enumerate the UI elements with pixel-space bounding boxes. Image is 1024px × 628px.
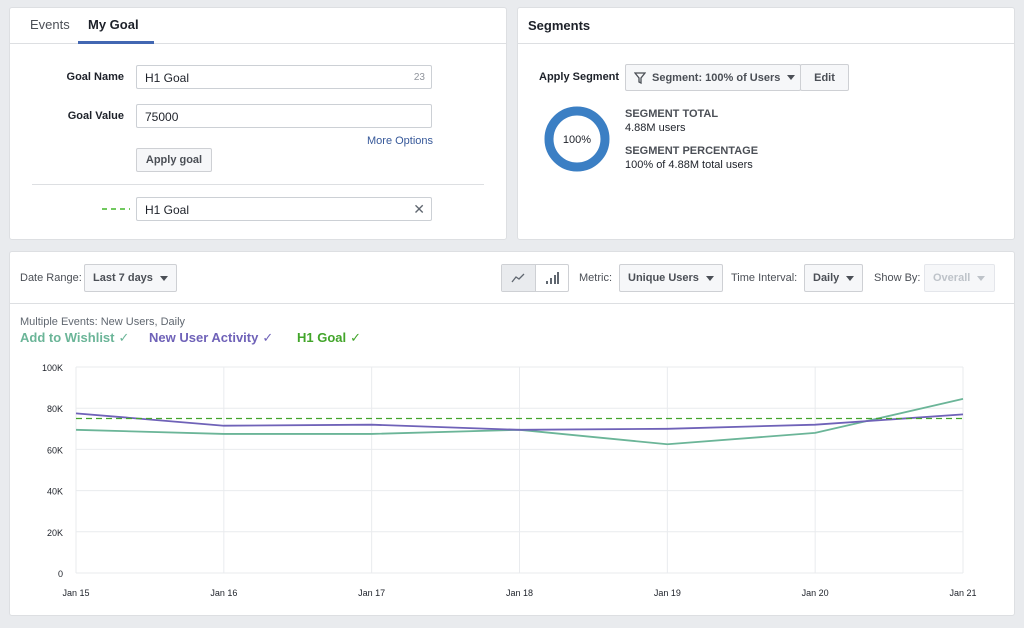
check-icon: ✓ bbox=[262, 330, 274, 345]
segment-total-title: SEGMENT TOTAL bbox=[625, 108, 719, 120]
x-tick-label: Jan 21 bbox=[949, 588, 976, 598]
chevron-down-icon bbox=[977, 275, 986, 281]
goal-name-label: Goal Name bbox=[66, 71, 124, 83]
legend-new-user-activity[interactable]: New User Activity ✓ bbox=[149, 330, 273, 346]
chevron-down-icon bbox=[787, 75, 796, 80]
edit-segment-button[interactable]: Edit bbox=[800, 64, 849, 91]
divider bbox=[32, 184, 484, 185]
segment-dropdown[interactable]: Segment: 100% of Users bbox=[625, 64, 801, 91]
legend-add-to-wishlist[interactable]: Add to Wishlist ✓ bbox=[20, 330, 129, 346]
show-by-label: Show By: bbox=[874, 272, 921, 284]
show-by-value: Overall bbox=[933, 272, 971, 284]
chevron-down-icon bbox=[846, 275, 855, 281]
y-tick-label: 0 bbox=[58, 569, 63, 579]
y-tick-label: 60K bbox=[47, 445, 63, 455]
goal-value-field[interactable]: 75000 bbox=[136, 104, 432, 128]
date-range-label: Date Range: bbox=[20, 272, 82, 284]
x-tick-label: Jan 19 bbox=[654, 588, 681, 598]
applied-goal-field[interactable]: H1 Goal ✕ bbox=[136, 197, 432, 221]
check-icon: ✓ bbox=[118, 330, 130, 345]
chevron-down-icon bbox=[159, 275, 168, 281]
metric-label: Metric: bbox=[579, 272, 612, 284]
chart-type-toggle bbox=[501, 264, 569, 292]
goal-value-label: Goal Value bbox=[67, 110, 124, 122]
x-tick-label: Jan 20 bbox=[802, 588, 829, 598]
metric-dropdown[interactable]: Unique Users bbox=[619, 264, 723, 292]
chart-toolbar: Date Range: Last 7 days Metric: Unique U… bbox=[10, 252, 1014, 304]
filter-icon bbox=[634, 71, 646, 84]
goal-dash-icon bbox=[102, 208, 130, 210]
legend-label: Add to Wishlist bbox=[20, 330, 115, 345]
y-tick-label: 100K bbox=[42, 363, 63, 373]
legend-label: H1 Goal bbox=[297, 330, 347, 345]
x-tick-label: Jan 15 bbox=[62, 588, 89, 598]
time-interval-dropdown[interactable]: Daily bbox=[804, 264, 864, 292]
chevron-down-icon bbox=[705, 275, 714, 281]
y-tick-label: 20K bbox=[47, 528, 63, 538]
segment-dropdown-label: Segment: 100% of Users bbox=[652, 71, 781, 84]
y-tick-label: 40K bbox=[47, 487, 63, 497]
x-tick-label: Jan 18 bbox=[506, 588, 533, 598]
chart-subtitle: Multiple Events: New Users, Daily bbox=[20, 316, 186, 328]
goal-name-field[interactable]: H1 Goal 23 bbox=[136, 65, 432, 89]
applied-goal-label: H1 Goal bbox=[145, 203, 190, 217]
x-tick-label: Jan 16 bbox=[210, 588, 237, 598]
chart-panel: Date Range: Last 7 days Metric: Unique U… bbox=[9, 251, 1015, 616]
bar-chart-icon bbox=[545, 272, 559, 284]
segment-percentage-value: 100% of 4.88M total users bbox=[625, 159, 753, 171]
x-tick-label: Jan 17 bbox=[358, 588, 385, 598]
time-interval-value: Daily bbox=[813, 272, 840, 284]
legend-h1-goal[interactable]: H1 Goal ✓ bbox=[297, 330, 361, 346]
apply-segment-label: Apply Segment bbox=[539, 71, 620, 83]
tab-events[interactable]: Events bbox=[30, 17, 70, 32]
more-options-link[interactable]: More Options bbox=[367, 135, 433, 147]
check-icon: ✓ bbox=[350, 330, 362, 345]
tab-my-goal[interactable]: My Goal bbox=[88, 17, 139, 32]
goal-name-value: H1 Goal bbox=[145, 71, 190, 85]
segment-total-value: 4.88M users bbox=[625, 122, 686, 134]
apply-goal-button[interactable]: Apply goal bbox=[136, 148, 212, 172]
donut-label: 100% bbox=[563, 134, 591, 146]
bar-chart-button[interactable] bbox=[534, 265, 569, 291]
metric-value: Unique Users bbox=[628, 272, 699, 284]
char-count: 23 bbox=[413, 72, 425, 83]
line-chart-button[interactable] bbox=[502, 265, 535, 291]
line-chart: 100K 80K 60K 40K 20K 0 Jan 15 Jan 16 Jan 17 Jan 1… bbox=[42, 363, 977, 598]
goal-value-value: 75000 bbox=[145, 110, 179, 124]
segment-donut: 100% bbox=[544, 106, 610, 172]
segments-title: Segments bbox=[518, 8, 1014, 44]
line-chart-icon bbox=[511, 273, 525, 283]
show-by-dropdown[interactable]: Overall bbox=[924, 264, 995, 292]
goal-tabs: Events My Goal bbox=[10, 8, 506, 44]
date-range-value: Last 7 days bbox=[93, 272, 153, 284]
active-tab-indicator bbox=[78, 41, 154, 44]
segments-panel: Segments Apply Segment Segment: 100% of … bbox=[517, 7, 1015, 240]
y-tick-label: 80K bbox=[47, 404, 63, 414]
date-range-dropdown[interactable]: Last 7 days bbox=[84, 264, 177, 292]
segment-percentage-title: SEGMENT PERCENTAGE bbox=[625, 145, 759, 157]
clear-goal-icon[interactable]: ✕ bbox=[413, 201, 425, 218]
goal-panel: Events My Goal Goal Name H1 Goal 23 Goal… bbox=[9, 7, 507, 240]
time-interval-label: Time Interval: bbox=[731, 272, 798, 284]
legend-label: New User Activity bbox=[149, 330, 259, 345]
